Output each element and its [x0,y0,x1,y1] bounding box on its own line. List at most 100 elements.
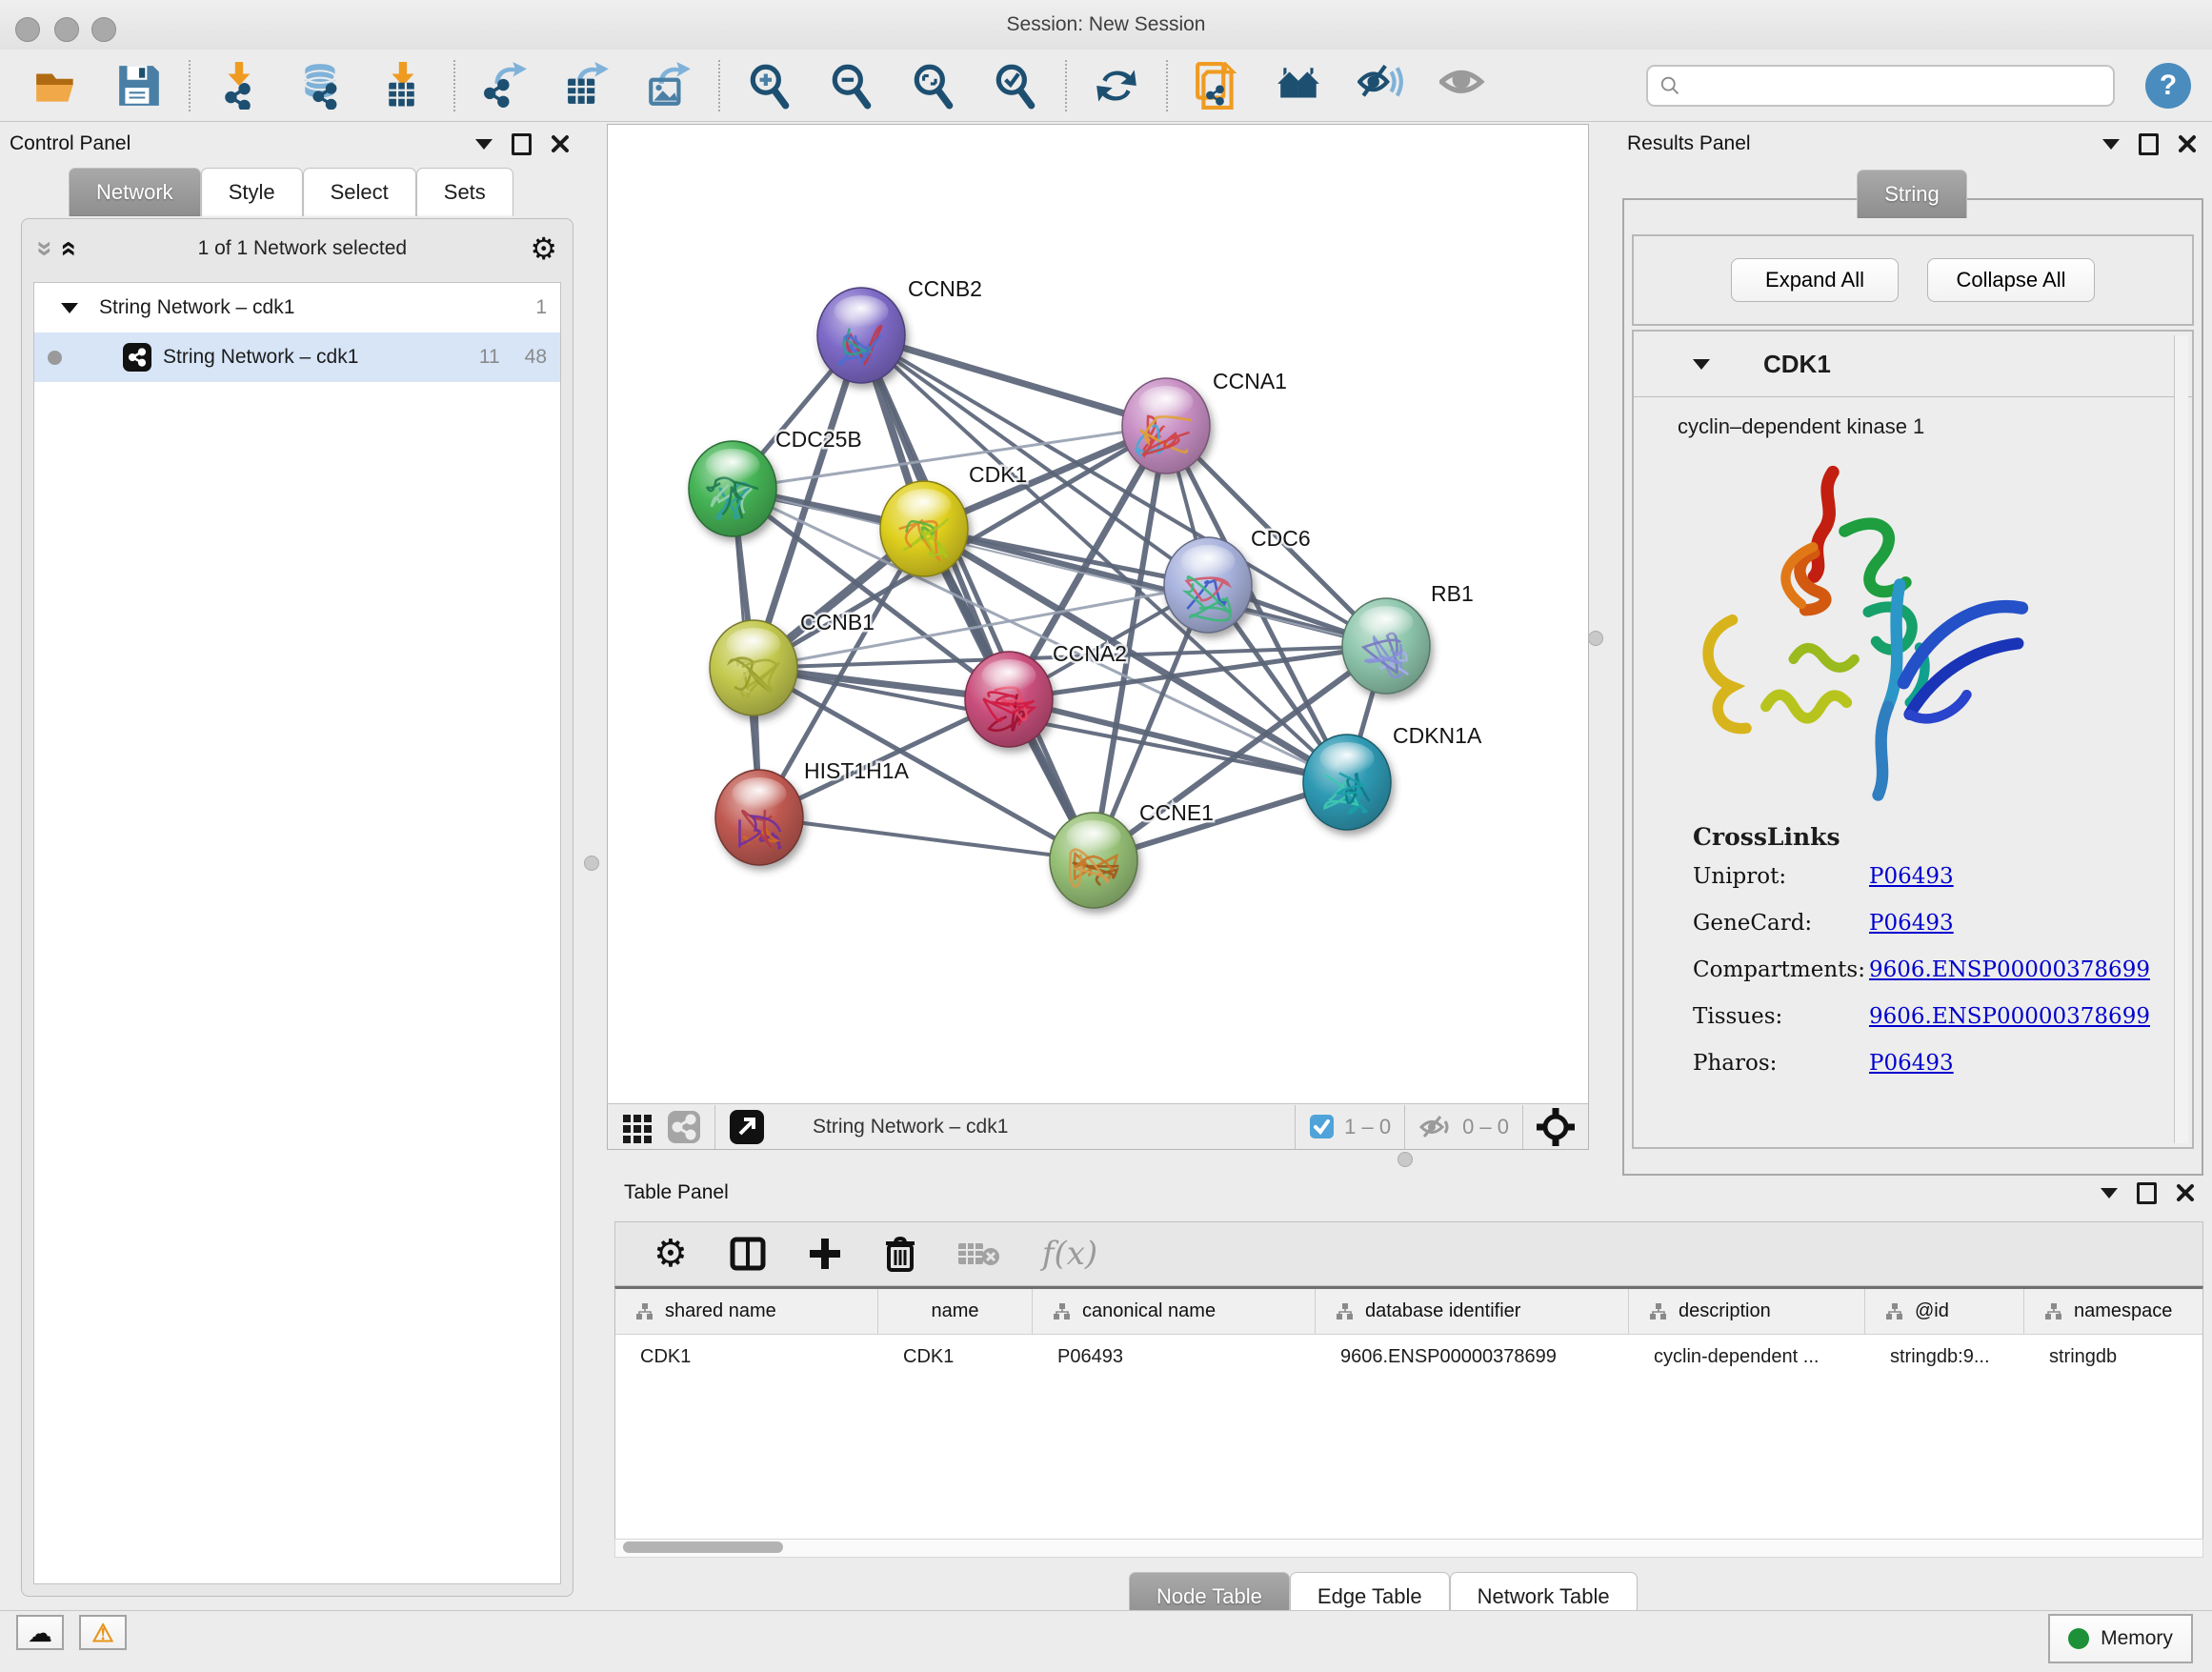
column-header-name[interactable]: name [878,1289,1033,1334]
node-label-CCNE1: CCNE1 [1139,800,1214,825]
refresh-icon[interactable] [1092,61,1141,111]
panel-menu-icon[interactable] [475,139,493,150]
collapse-gene-icon[interactable] [1693,359,1710,370]
tab-select[interactable]: Select [303,168,416,216]
panel-menu-icon[interactable] [2101,1188,2118,1199]
crosslink-link[interactable]: P06493 [1869,1051,1954,1076]
column-header-shared-name[interactable]: shared name [615,1289,878,1334]
zoom-selected-icon[interactable] [991,61,1040,111]
cell-name[interactable]: CDK1 [878,1346,1033,1368]
selected-nodes-badge[interactable]: 1 – 0 [1309,1114,1391,1139]
hscrollbar-thumb[interactable] [623,1541,783,1553]
node-CCNA1[interactable]: CCNA1 [1122,369,1287,473]
expand-all-icon[interactable]: » [52,241,81,257]
panel-close-icon[interactable] [2176,1183,2195,1202]
export-table-icon[interactable] [562,61,612,111]
grid-view-icon[interactable] [621,1111,654,1143]
tab-network[interactable]: Network [69,168,201,216]
cell-database-identifier[interactable]: 9606.ENSP00000378699 [1316,1346,1629,1368]
network-item-label: String Network – cdk1 [163,346,358,369]
show-eye-icon[interactable] [1438,61,1488,111]
panel-close-icon[interactable] [2178,134,2197,153]
zoom-in-icon[interactable] [745,61,794,111]
panel-menu-icon[interactable] [2102,139,2120,150]
search-box[interactable] [1646,65,2115,107]
column-header-database-identifier[interactable]: database identifier [1316,1289,1629,1334]
hide-eye-icon[interactable] [1357,61,1406,111]
cell-namespace[interactable]: stringdb [2024,1346,2203,1368]
add-column-icon[interactable] [808,1237,842,1271]
gear-icon[interactable]: ⚙ [530,233,557,264]
delete-table-icon[interactable] [958,1239,1000,1268]
delete-column-icon[interactable] [884,1236,916,1272]
tab-string[interactable]: String [1857,170,1966,218]
table-toolbar: ⚙ f(x) [614,1221,2203,1286]
results-scrollbar[interactable] [2174,335,2188,1143]
crosslink-link[interactable]: 9606.ENSP00000378699 [1869,957,2150,982]
memory-button[interactable]: Memory [2048,1614,2193,1663]
network-list-item[interactable]: String Network – cdk11 [34,283,560,332]
collapse-icon[interactable] [61,303,78,313]
import-network-icon[interactable] [215,61,265,111]
help-button[interactable]: ? [2145,63,2191,109]
panel-float-icon[interactable] [2139,133,2159,155]
crosslink-row: Tissues: 9606.ENSP00000378699 [1693,1004,2192,1029]
expand-all-button[interactable]: Expand All [1731,258,1899,302]
left-splitter-grip[interactable] [584,856,599,871]
zoom-out-icon[interactable] [827,61,876,111]
import-database-icon[interactable] [297,61,347,111]
crosslink-link[interactable]: 9606.ENSP00000378699 [1869,1004,2150,1029]
column-header-description[interactable]: description [1629,1289,1865,1334]
node-CDC6[interactable]: CDC6 [1164,526,1311,633]
panel-float-icon[interactable] [2137,1182,2157,1204]
node-label-CDC25B: CDC25B [775,427,862,452]
export-network-icon[interactable] [480,61,530,111]
node-CDKN1A[interactable]: CDKN1A [1303,723,1482,830]
panel-close-icon[interactable] [551,134,570,153]
hidden-nodes-badge[interactable]: 0 – 0 [1418,1114,1509,1140]
table-hscrollbar[interactable] [614,1539,2203,1558]
warning-button[interactable]: ⚠ [79,1615,127,1650]
tab-style[interactable]: Style [201,168,303,216]
node-HIST1H1A[interactable]: HIST1H1A [715,758,910,865]
collapse-all-button[interactable]: Collapse All [1927,258,2095,302]
right-splitter-grip[interactable] [1588,631,1603,646]
search-input[interactable] [1688,73,2101,97]
table-row[interactable]: CDK1CDK1P064939606.ENSP00000378699cyclin… [615,1335,2202,1379]
panel-float-icon[interactable] [512,133,532,155]
node-RB1[interactable]: RB1 [1342,581,1474,694]
expand-collapse-box: Expand All Collapse All [1632,234,2194,326]
zoom-fit-icon[interactable] [909,61,958,111]
home-pair-icon[interactable] [1275,61,1324,111]
cloud-button[interactable]: ☁ [16,1615,64,1650]
crosslink-link[interactable]: P06493 [1869,864,1954,889]
cell-description[interactable]: cyclin-dependent ... [1629,1346,1865,1368]
bottom-splitter-grip[interactable] [1398,1152,1413,1167]
copy-share-icon[interactable] [1193,61,1242,111]
network-view-icon[interactable] [667,1110,701,1144]
save-icon[interactable] [114,61,164,111]
birdseye-view-icon[interactable] [1537,1108,1575,1146]
cell-shared-name[interactable]: CDK1 [615,1346,878,1368]
open-folder-icon[interactable] [32,61,82,111]
network-view[interactable]: CCNB2CCNA1CDC25BCDK1CDC6RB1CCNB1CCNA2CDK… [607,124,1589,1150]
edge-CCNB2-CCNA1[interactable] [861,335,1166,426]
function-builder-icon[interactable]: f(x) [1042,1235,1097,1273]
table-settings-icon[interactable]: ⚙ [654,1235,688,1273]
node-table[interactable]: shared namename canonical name database … [614,1286,2203,1542]
show-columns-icon[interactable] [730,1236,766,1272]
column-header-namespace[interactable]: namespace [2024,1289,2203,1334]
network-list-item[interactable]: String Network – cdk11148 [34,332,560,382]
column-header-canonical-name[interactable]: canonical name [1033,1289,1316,1334]
cell-canonical-name[interactable]: P06493 [1033,1346,1316,1368]
tab-sets[interactable]: Sets [416,168,513,216]
cell-@id[interactable]: stringdb:9... [1865,1346,2024,1368]
column-header-@id[interactable]: @id [1865,1289,2024,1334]
crosslink-link[interactable]: P06493 [1869,911,1954,936]
edge-CCNE1-HIST1H1A[interactable] [759,817,1094,860]
network-canvas[interactable]: CCNB2CCNA1CDC25BCDK1CDC6RB1CCNB1CCNA2CDK… [608,125,1588,1103]
open-in-new-window-icon[interactable] [729,1109,765,1145]
gene-header[interactable]: CDK1 [1634,332,2192,397]
import-table-icon[interactable] [379,61,429,111]
export-image-icon[interactable] [644,61,694,111]
